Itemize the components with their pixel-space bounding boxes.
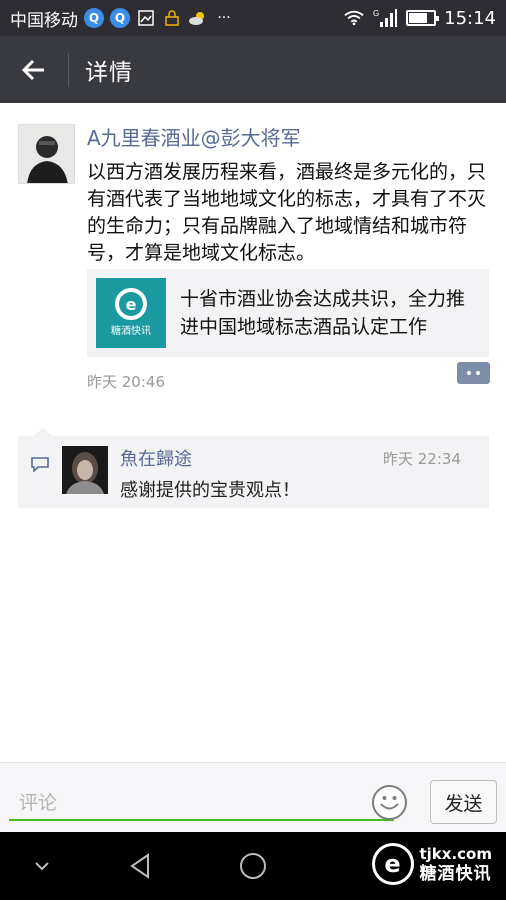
title-bar: 详情: [0, 36, 506, 103]
comment-list: 魚在歸途 昨天 22:34 感谢提供的宝贵观点！: [18, 427, 489, 508]
page-title: 详情: [85, 59, 133, 86]
wifi-icon: [344, 8, 364, 28]
svg-text:e: e: [126, 295, 137, 314]
dot-icon: [476, 371, 480, 375]
watermark-text: tjkx.com 糖酒快讯: [420, 844, 493, 884]
commenter-avatar[interactable]: [62, 446, 108, 494]
emoji-button[interactable]: [372, 785, 407, 820]
link-title: 十省市酒业协会达成共识，全力推进中国地域标志酒品认定工作: [180, 288, 466, 338]
clock: 15:14: [444, 7, 496, 29]
weather-icon: [188, 8, 208, 28]
send-button[interactable]: 发送: [430, 780, 497, 824]
chevron-down-icon: [35, 862, 49, 871]
network-badge: G: [373, 9, 379, 18]
watermark-domain: tjkx.com: [419, 845, 493, 863]
lock-icon: [162, 8, 182, 28]
more-notifications-icon: ···: [217, 10, 231, 26]
signal-icon: G: [372, 8, 398, 28]
qq-icon: Q: [84, 8, 104, 28]
comment-like-menu-button[interactable]: [457, 362, 490, 384]
comment-time: 昨天 22:34: [383, 450, 461, 468]
status-left: 中国移动 Q Q ···: [10, 6, 234, 31]
battery-icon: [406, 10, 440, 26]
watermark: e tjkx.com 糖酒快讯: [371, 843, 493, 885]
back-button[interactable]: [0, 36, 68, 103]
comment-author[interactable]: 魚在歸途: [120, 445, 192, 471]
smiley-icon: [380, 796, 399, 810]
status-right: G 15:14: [344, 8, 496, 29]
post-text: 以西方酒发展历程来看，酒最终是多元化的，只有酒代表了当地地域文化的标志，才具有了…: [87, 161, 487, 264]
nav-collapse-button[interactable]: [22, 846, 62, 886]
qq-icon: Q: [110, 8, 130, 28]
system-nav-bar: e tjkx.com 糖酒快讯: [0, 832, 506, 900]
comment-input[interactable]: [9, 787, 394, 821]
carrier-label: 中国移动: [10, 10, 78, 31]
watermark-logo-icon: e: [371, 843, 414, 885]
circle-home-icon: [240, 853, 266, 879]
arrow-left-icon: [22, 59, 44, 80]
comment-input-bar: 发送: [0, 762, 506, 832]
author-name[interactable]: A九里春酒业@彭大将军: [87, 122, 301, 151]
battery-level: [409, 13, 428, 23]
post-time: 昨天 20:46: [87, 373, 165, 391]
comment-text[interactable]: 感谢提供的宝贵观点！: [120, 476, 300, 502]
comment-bubble-icon: [31, 457, 49, 472]
author-avatar[interactable]: [18, 124, 75, 184]
status-bar: 中国移动 Q Q ··· G 15:14: [0, 0, 506, 36]
thumb-caption: 糖酒快讯: [111, 324, 151, 337]
shared-link-card[interactable]: e 糖酒快讯 十省市酒业协会达成共识，全力推进中国地域标志酒品认定工作: [87, 269, 489, 357]
image-icon: [136, 8, 156, 28]
triangle-back-icon: [130, 853, 149, 879]
watermark-name: 糖酒快讯: [419, 864, 492, 884]
link-thumbnail: e 糖酒快讯: [96, 278, 166, 348]
nav-back-button[interactable]: [120, 846, 160, 886]
dot-icon: [467, 371, 471, 375]
nav-home-button[interactable]: [233, 846, 273, 886]
